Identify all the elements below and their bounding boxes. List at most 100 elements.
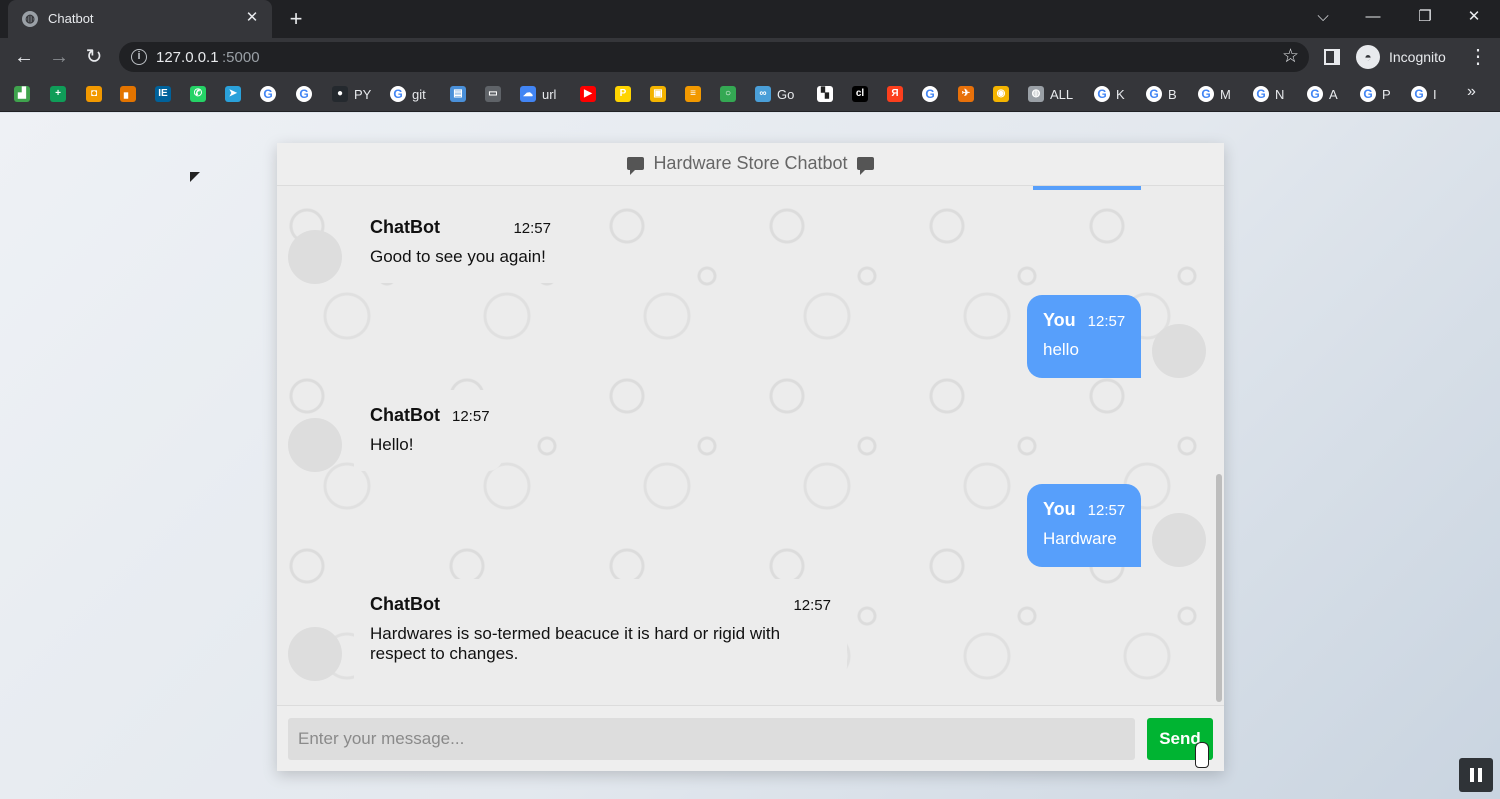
bookmark-label: A xyxy=(1329,86,1338,102)
bookmark-item[interactable]: ➤ xyxy=(225,84,241,104)
bookmark-item[interactable]: ✆ xyxy=(190,84,206,104)
bookmark-item[interactable]: Я xyxy=(887,84,903,104)
bookmark-item[interactable]: ≡ xyxy=(685,84,701,104)
message-time: 12:57 xyxy=(1087,502,1126,519)
reload-icon[interactable]: ↻ xyxy=(82,45,106,69)
browser-menu-icon[interactable]: ⋮ xyxy=(1468,44,1488,69)
google-icon: G xyxy=(1198,86,1214,102)
back-icon[interactable]: ← xyxy=(12,45,36,69)
bookmark-item[interactable]: P xyxy=(615,84,631,104)
bot-bubble: ChatBot 12:57 Hello! xyxy=(354,390,503,471)
bookmark-item[interactable]: ▚ xyxy=(817,84,833,104)
message-input[interactable] xyxy=(288,718,1135,760)
bookmark-item[interactable]: ▖ xyxy=(120,84,136,104)
bookmark-item[interactable]: GI xyxy=(1411,84,1437,104)
bookmark-item[interactable]: ✈ xyxy=(958,84,974,104)
google-icon: G xyxy=(1253,86,1269,102)
p-icon: P xyxy=(615,86,631,102)
tab-title: Chatbot xyxy=(48,11,94,26)
comment-icon xyxy=(856,157,874,175)
browser-toolbar: ← → ↻ i 127.0.0.1 :5000 ☆ xyxy=(0,38,1500,76)
bookmark-item[interactable]: cl xyxy=(852,84,868,104)
globe-icon: ◍ xyxy=(1028,86,1044,102)
bookmark-item[interactable]: ◍ ALL xyxy=(1028,84,1073,104)
bookmark-item[interactable]: ▶ xyxy=(580,84,596,104)
sender-name: ChatBot xyxy=(370,594,440,614)
tab-search-icon[interactable]: ⌵ xyxy=(1308,4,1338,30)
message-text: Hardware xyxy=(1043,529,1117,548)
user-avatar xyxy=(1152,324,1206,378)
forward-icon[interactable]: → xyxy=(47,45,71,69)
url-host: 127.0.0.1 xyxy=(156,49,219,66)
bookmark-item[interactable]: ▤ xyxy=(450,84,466,104)
chat-title: Hardware Store Chatbot xyxy=(653,153,848,173)
sender-name: You xyxy=(1043,310,1076,330)
bookmark-item[interactable]: ○ xyxy=(720,84,736,104)
message-time: 12:57 xyxy=(513,220,551,237)
bot-avatar xyxy=(288,627,342,681)
bookmark-item[interactable]: Ggit xyxy=(390,84,426,104)
previous-user-bubble xyxy=(1033,186,1141,190)
bookmark-item[interactable]: ▟ xyxy=(14,84,30,104)
bookmark-item[interactable]: + xyxy=(50,84,66,104)
google-icon: G xyxy=(390,86,406,102)
bird-icon: ✈ xyxy=(958,86,974,102)
bookmark-label: Go xyxy=(777,86,795,102)
bookmark-item[interactable]: ◘ xyxy=(86,84,102,104)
minimize-icon[interactable]: — xyxy=(1358,4,1388,30)
close-window-icon[interactable]: ✕ xyxy=(1459,4,1489,30)
github-icon: ● xyxy=(332,86,348,102)
bookmark-item[interactable]: G xyxy=(260,84,276,104)
chat-scrollbar[interactable] xyxy=(1216,474,1222,702)
user-bubble: You 12:57 hello xyxy=(1027,295,1141,378)
bookmark-item[interactable]: GN xyxy=(1253,84,1284,104)
incognito-icon[interactable]: ◓ xyxy=(1356,45,1380,69)
chat-messages[interactable]: ChatBot 12:57 Good to see you again! You 1… xyxy=(277,186,1224,705)
globe-icon: ◍ xyxy=(22,11,38,27)
bookmark-item[interactable]: IE xyxy=(155,84,171,104)
bookmarks-overflow-icon[interactable]: » xyxy=(1467,83,1476,101)
message-text: Hardwares is so-termed beacuce it is har… xyxy=(370,624,781,663)
bookmark-item[interactable]: GP xyxy=(1360,84,1391,104)
bookmark-item[interactable]: ▭ xyxy=(485,84,501,104)
doc-icon: ▚ xyxy=(817,86,833,102)
new-tab-button[interactable]: + xyxy=(284,7,308,31)
bookmark-label: B xyxy=(1168,86,1177,102)
bookmark-item[interactable]: G xyxy=(296,84,312,104)
pause-icon[interactable] xyxy=(1459,758,1493,792)
bookmark-item[interactable]: GB xyxy=(1146,84,1177,104)
bookmark-item[interactable]: ▣ xyxy=(650,84,666,104)
sender-name: You xyxy=(1043,499,1076,519)
browser-tab-strip: ◍ Chatbot ✕ + ⌵ — ❐ ✕ xyxy=(0,0,1500,38)
cloud-icon: ☁ xyxy=(520,86,536,102)
tab-close-icon[interactable]: ✕ xyxy=(242,8,262,28)
bookmark-item[interactable]: G xyxy=(922,84,938,104)
bookmark-item[interactable]: GA xyxy=(1307,84,1338,104)
calendar-icon: ▤ xyxy=(450,86,466,102)
address-bar[interactable]: i 127.0.0.1 :5000 ☆ xyxy=(119,42,1309,72)
circle-icon: ○ xyxy=(720,86,736,102)
bookmark-item[interactable]: ● PY xyxy=(332,84,371,104)
bookmark-item[interactable]: GK xyxy=(1094,84,1125,104)
bookmark-item[interactable]: ☁ url xyxy=(520,84,556,104)
bookmark-item[interactable]: GM xyxy=(1198,84,1231,104)
telegram-icon: ➤ xyxy=(225,86,241,102)
bookmark-star-icon[interactable]: ☆ xyxy=(1282,45,1299,68)
mouse-pointer-icon xyxy=(190,172,200,182)
profile-label[interactable]: Incognito xyxy=(1389,49,1446,65)
restore-icon[interactable]: ❐ xyxy=(1410,4,1440,30)
bookmark-item[interactable]: ◉ xyxy=(993,84,1009,104)
side-panel-icon[interactable] xyxy=(1324,49,1340,65)
site-info-icon[interactable]: i xyxy=(131,49,147,65)
browser-tab[interactable]: ◍ Chatbot ✕ xyxy=(8,0,272,38)
analytics-icon: ▖ xyxy=(120,86,136,102)
message-text: hello xyxy=(1043,340,1079,359)
bookmark-item[interactable]: ∞ Go xyxy=(755,84,794,104)
message-text: Good to see you again! xyxy=(370,247,546,266)
google-icon: G xyxy=(1360,86,1376,102)
message-time: 12:57 xyxy=(452,408,490,425)
bookmark-label: PY xyxy=(354,86,372,102)
chat-header: Hardware Store Chatbot xyxy=(277,143,1224,186)
bookmark-label: N xyxy=(1275,86,1285,102)
google-icon: G xyxy=(1307,86,1323,102)
